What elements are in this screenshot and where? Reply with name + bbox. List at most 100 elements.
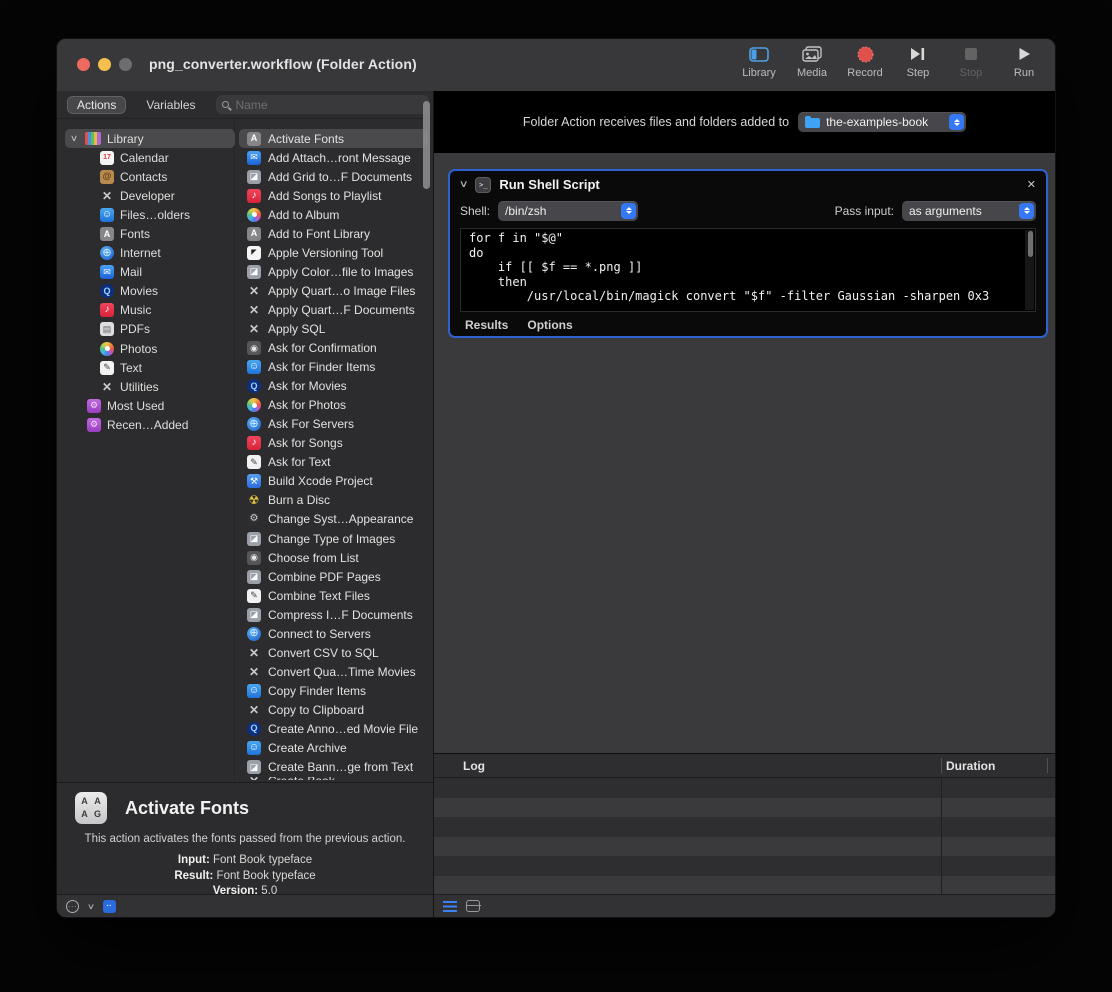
action-list-item[interactable]: Add to Album — [239, 205, 428, 224]
action-list-item[interactable]: Choose from List — [239, 548, 428, 567]
action-list-item[interactable]: Add to Font Library — [239, 224, 428, 243]
category-row[interactable]: ∨ Library — [65, 129, 235, 148]
category-row[interactable]: Recen…Added — [65, 415, 235, 434]
action-list-item[interactable]: Compress I…F Documents — [239, 605, 428, 624]
action-list-item[interactable]: Create Anno…ed Movie File — [239, 719, 428, 738]
action-list-item[interactable]: Ask for Movies — [239, 377, 428, 396]
action-list-item[interactable]: Create Book — [239, 777, 428, 780]
description-field: Result: Font Book typeface — [57, 869, 433, 885]
search-input[interactable] — [234, 97, 424, 113]
action-list-item[interactable]: Ask for Confirmation — [239, 339, 428, 358]
action-list-item[interactable]: Ask for Finder Items — [239, 358, 428, 377]
action-list-item[interactable]: Copy to Clipboard — [239, 700, 428, 719]
shell-popup[interactable]: /bin/zsh — [498, 201, 638, 221]
run-button[interactable]: Run — [1005, 44, 1043, 79]
action-list: Activate Fonts Add Attach…ront Message A… — [235, 129, 432, 780]
action-list-item[interactable]: Ask For Servers — [239, 415, 428, 434]
record-button[interactable]: Record — [846, 44, 884, 79]
category-row[interactable]: Fonts — [65, 224, 235, 243]
tab-variables[interactable]: Variables — [136, 96, 205, 114]
action-list-item[interactable]: Combine Text Files — [239, 586, 428, 605]
action-list-item[interactable]: Ask for Text — [239, 453, 428, 472]
results-tab[interactable]: Results — [465, 318, 508, 332]
action-list-item[interactable]: Activate Fonts — [239, 129, 428, 148]
action-list-item[interactable]: Convert CSV to SQL — [239, 643, 428, 662]
category-row[interactable]: Music — [65, 301, 235, 320]
pdf-icon — [100, 322, 114, 336]
action-menu-icon[interactable]: ··· — [66, 900, 79, 913]
action-label: Convert CSV to SQL — [268, 646, 379, 660]
category-row[interactable]: Contacts — [65, 167, 235, 186]
action-list-item[interactable]: Connect to Servers — [239, 624, 428, 643]
action-list-scrollbar[interactable] — [423, 101, 430, 189]
action-list-item[interactable]: Apply SQL — [239, 319, 428, 338]
duration-column-header[interactable]: Duration — [946, 759, 995, 773]
column-divider[interactable] — [1047, 758, 1048, 773]
action-list-item[interactable]: Apple Versioning Tool — [239, 243, 428, 262]
category-row[interactable]: Utilities — [65, 377, 235, 396]
category-row[interactable]: Files…olders — [65, 205, 235, 224]
internet-icon — [100, 246, 114, 260]
category-row[interactable]: Most Used — [65, 396, 235, 415]
action-list-item[interactable]: Combine PDF Pages — [239, 567, 428, 586]
category-row[interactable]: Developer — [65, 186, 235, 205]
step-button[interactable]: Step — [899, 44, 937, 79]
action-list-item[interactable]: Build Xcode Project — [239, 472, 428, 491]
category-row[interactable]: Calendar — [65, 148, 235, 167]
tab-actions[interactable]: Actions — [67, 96, 126, 114]
action-list-item[interactable]: Apply Quart…o Image Files — [239, 281, 428, 300]
action-list-item[interactable]: Burn a Disc — [239, 491, 428, 510]
category-label: Contacts — [120, 170, 167, 184]
category-row[interactable]: Text — [65, 358, 235, 377]
zoom-window-button[interactable] — [119, 58, 132, 71]
log-view-icon[interactable] — [443, 901, 457, 912]
action-list-item[interactable]: Create Archive — [239, 739, 428, 758]
action-label: Combine PDF Pages — [268, 570, 381, 584]
column-divider[interactable] — [941, 758, 942, 773]
action-label: Apple Versioning Tool — [268, 246, 383, 260]
shell-script-code[interactable]: for f in "$@" do if [[ $f == *.png ]] th… — [461, 229, 1035, 306]
action-label: Ask for Movies — [268, 379, 347, 393]
category-row[interactable]: Mail — [65, 263, 235, 282]
search-field[interactable] — [216, 95, 430, 114]
action-list-item[interactable]: Ask for Songs — [239, 434, 428, 453]
folder-popup[interactable]: the-examples-book — [798, 112, 966, 132]
action-list-item[interactable]: Add Grid to…F Documents — [239, 167, 428, 186]
library-button[interactable]: Library — [740, 44, 778, 79]
chevron-down-icon[interactable]: ∨ — [68, 133, 81, 144]
options-tab[interactable]: Options — [527, 318, 572, 332]
action-list-item[interactable]: Apply Color…file to Images — [239, 262, 428, 281]
music-icon — [100, 303, 114, 317]
action-list-item[interactable]: Ask for Photos — [239, 396, 428, 415]
action-list-item[interactable]: Create Bann…ge from Text — [239, 758, 428, 777]
action-label: Ask for Songs — [268, 436, 343, 450]
code-scrollbar-thumb[interactable] — [1028, 231, 1033, 257]
log-column-header[interactable]: Log — [463, 759, 485, 773]
disclosure-chevron-icon[interactable]: ∨ — [459, 179, 469, 190]
close-action-icon[interactable]: ✕ — [1027, 178, 1036, 191]
media-browser-icon[interactable] — [103, 900, 116, 913]
action-list-item[interactable]: Apply Quart…F Documents — [239, 300, 428, 319]
workflow-view-icon[interactable] — [466, 900, 480, 912]
category-row[interactable]: Movies — [65, 282, 235, 301]
action-list-item[interactable]: Copy Finder Items — [239, 681, 428, 700]
chevron-down-icon[interactable]: ∨ — [87, 902, 95, 911]
action-label: Choose from List — [268, 551, 359, 565]
mail-icon — [247, 151, 261, 165]
shell-script-editor[interactable]: for f in "$@" do if [[ $f == *.png ]] th… — [460, 228, 1036, 312]
action-list-item[interactable]: Add Songs to Playlist — [239, 186, 428, 205]
action-list-item[interactable]: Change Type of Images — [239, 529, 428, 548]
photos-icon — [247, 208, 261, 222]
text-icon — [100, 361, 114, 375]
action-list-item[interactable]: Add Attach…ront Message — [239, 148, 428, 167]
minimize-window-button[interactable] — [98, 58, 111, 71]
action-list-item[interactable]: Change Syst…Appearance — [239, 510, 428, 529]
category-row[interactable]: Internet — [65, 244, 235, 263]
media-button[interactable]: Media — [793, 44, 831, 79]
category-row[interactable]: PDFs — [65, 320, 235, 339]
pass-input-popup[interactable]: as arguments — [902, 201, 1036, 221]
close-window-button[interactable] — [77, 58, 90, 71]
stop-label: Stop — [960, 67, 983, 79]
action-list-item[interactable]: Convert Qua…Time Movies — [239, 662, 428, 681]
category-row[interactable]: Photos — [65, 339, 235, 358]
